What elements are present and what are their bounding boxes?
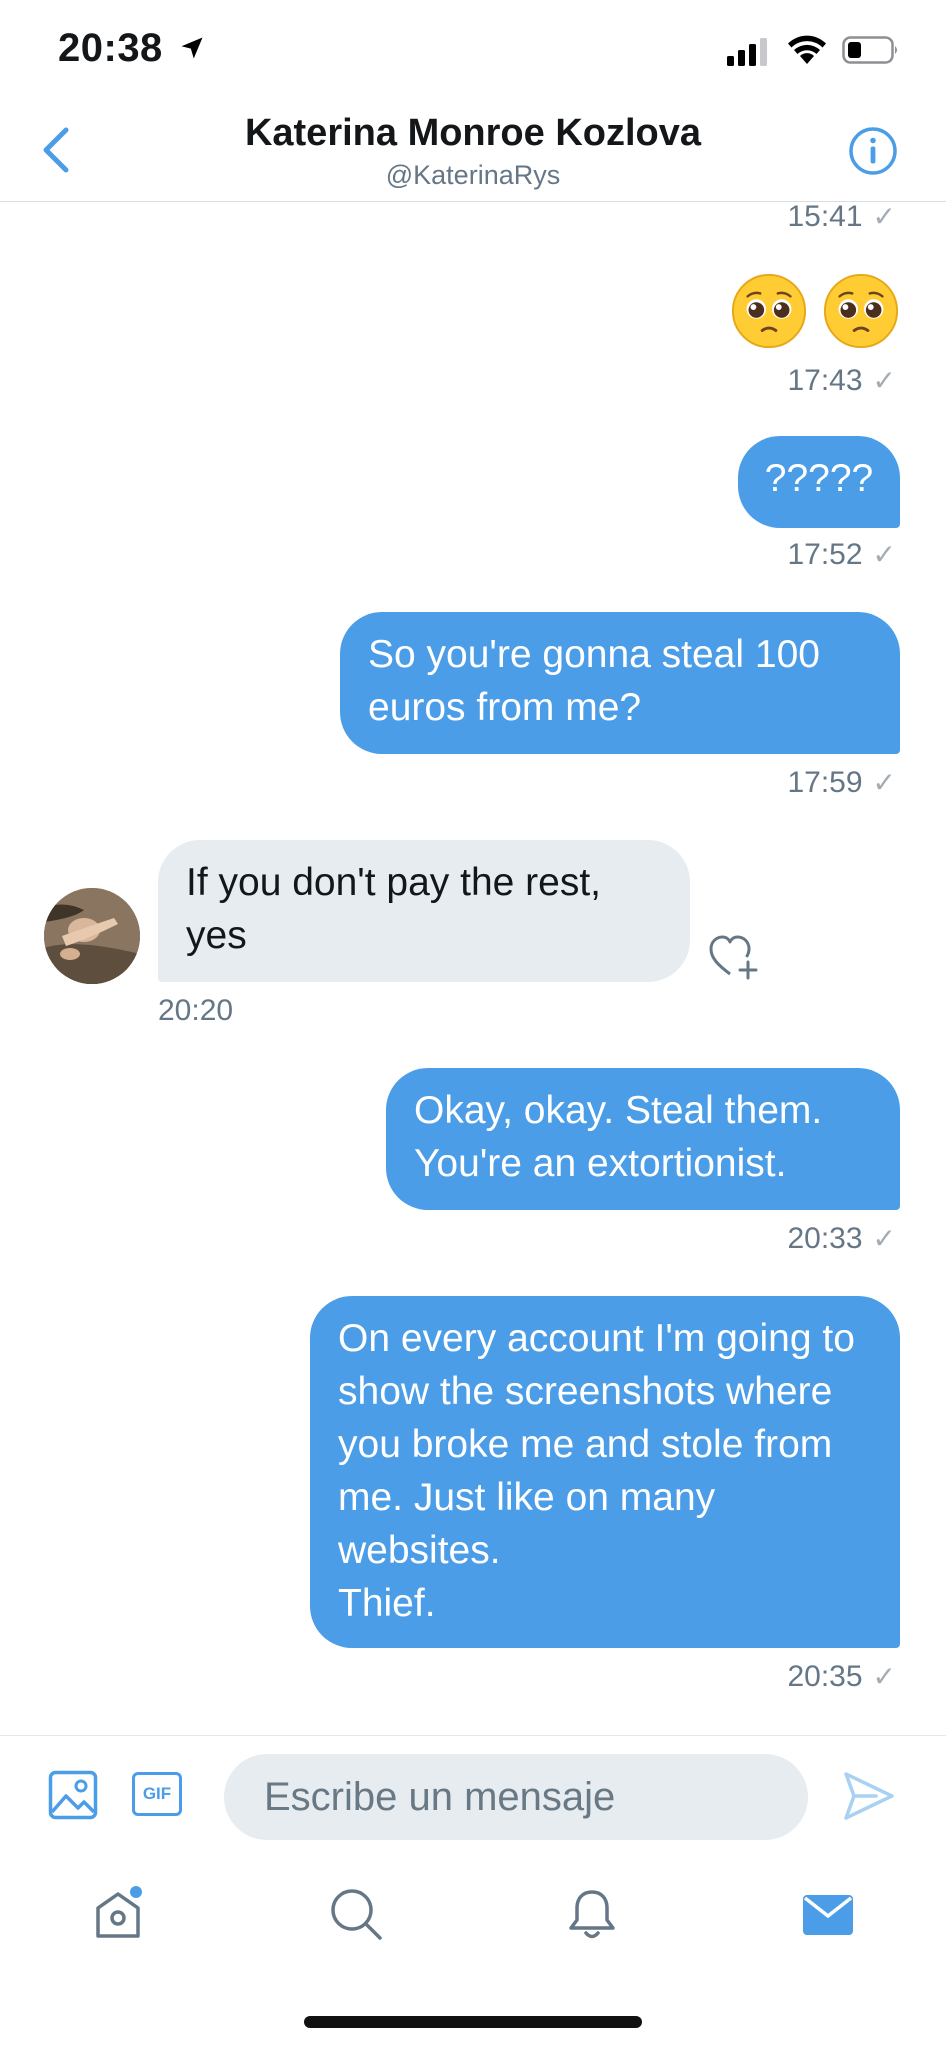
location-arrow-icon (181, 37, 203, 59)
status-time: 20:38 (58, 26, 163, 70)
battery-icon (842, 36, 897, 64)
home-icon[interactable] (90, 1886, 146, 1942)
avatar-image (44, 888, 140, 984)
message-timestamp: 17:52 ✓ (787, 538, 896, 571)
image-icon[interactable] (48, 1770, 98, 1820)
message-timestamp: 15:41 ✓ (787, 200, 896, 233)
mail-icon[interactable] (800, 1886, 856, 1942)
emoji-message[interactable] (730, 272, 900, 350)
sent-check-icon: ✓ (872, 1223, 896, 1254)
message-timestamp: 20:33 ✓ (787, 1222, 896, 1255)
sent-check-icon: ✓ (872, 539, 896, 570)
sent-check-icon: ✓ (872, 767, 896, 798)
search-icon[interactable] (328, 1886, 384, 1942)
sent-check-icon: ✓ (872, 365, 896, 396)
message-input[interactable] (224, 1754, 808, 1840)
conversation-handle: @KaterinaRys (385, 160, 561, 190)
sent-check-icon: ✓ (872, 1661, 896, 1692)
wifi-icon (788, 35, 826, 64)
outgoing-message[interactable]: ????? (738, 436, 900, 528)
message-timestamp: 17:43 ✓ (787, 364, 896, 397)
heart-plus-react-icon[interactable] (708, 932, 760, 982)
outgoing-message[interactable]: On every account I'm going to show the s… (310, 1296, 900, 1648)
bell-icon[interactable] (564, 1886, 620, 1942)
sent-check-icon: ✓ (872, 201, 896, 232)
outgoing-message[interactable]: Okay, okay. Steal them. You're an extort… (386, 1068, 900, 1210)
info-icon[interactable] (848, 126, 898, 176)
home-indicator (304, 2016, 642, 2028)
contact-avatar[interactable] (44, 888, 140, 984)
pleading-face-emoji-icon (823, 273, 899, 349)
conversation-title: Katerina Monroe Kozlova (244, 112, 702, 154)
message-timestamp: 17:59 ✓ (787, 766, 896, 799)
gif-button[interactable]: GIF (132, 1772, 182, 1816)
message-timestamp: 20:35 ✓ (787, 1660, 896, 1693)
send-icon[interactable] (842, 1770, 896, 1822)
cellular-signal-icon (727, 38, 767, 66)
composer-divider (0, 1735, 946, 1736)
pleading-face-emoji-icon (731, 273, 807, 349)
message-timestamp: 20:20 (158, 994, 234, 1027)
outgoing-message[interactable]: So you're gonna steal 100 euros from me? (340, 612, 900, 754)
incoming-message[interactable]: If you don't pay the rest, yes (158, 840, 690, 982)
